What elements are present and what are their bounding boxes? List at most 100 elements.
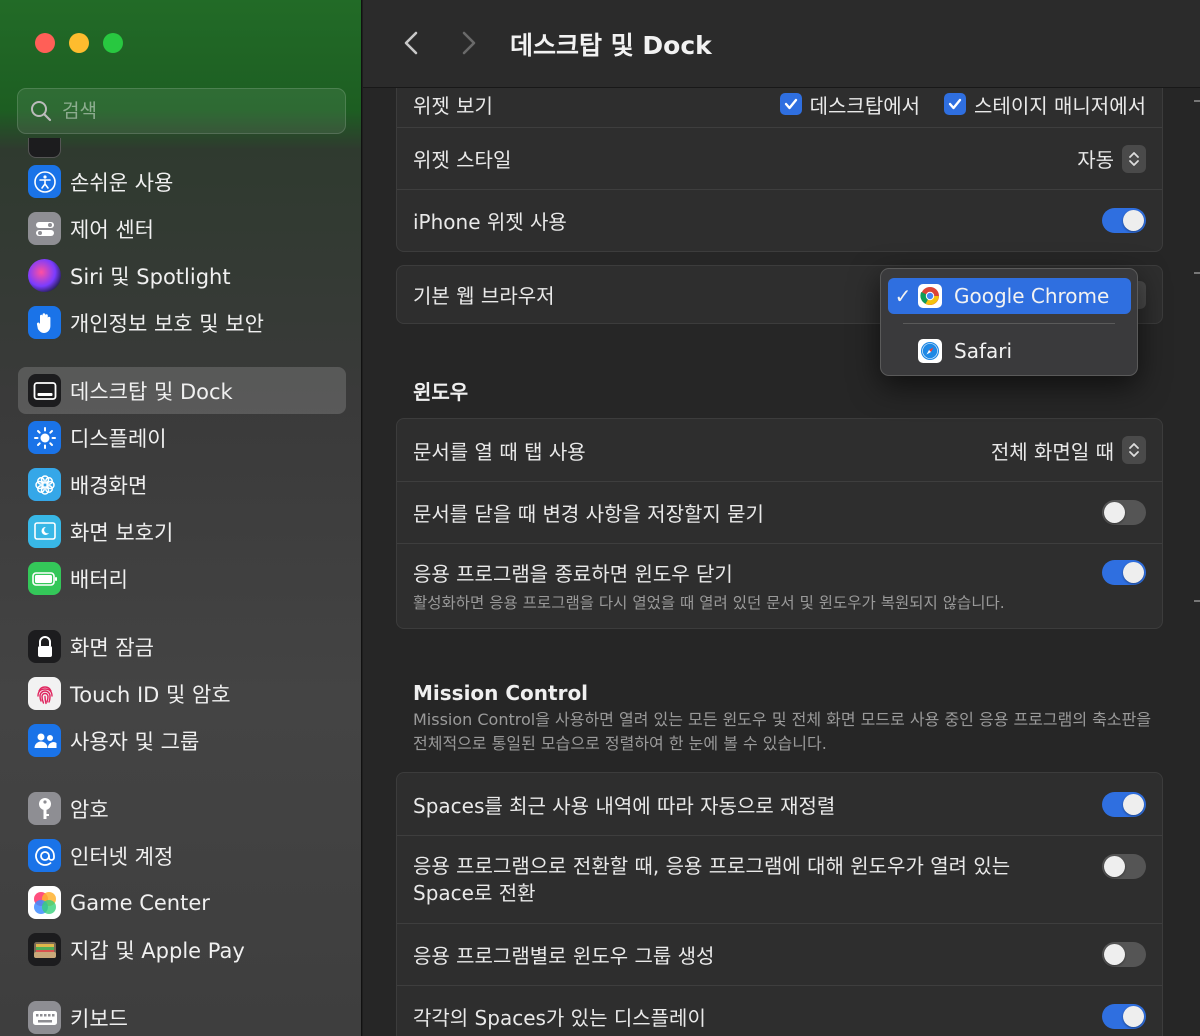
widget-style-label: 위젯 스타일 <box>413 148 512 172</box>
forward-button[interactable] <box>457 28 481 58</box>
fingerprint-icon <box>28 677 61 710</box>
widget-style-select[interactable]: 자동 <box>1077 144 1146 173</box>
sidebar-item-lock-screen[interactable]: 화면 잠금 <box>18 623 346 670</box>
menu-item-safari[interactable]: Safari <box>888 333 1131 369</box>
scrollbar-mark <box>1194 272 1200 274</box>
checkmark-icon <box>948 98 962 110</box>
chevron-up-down-icon <box>1122 436 1146 464</box>
close-on-quit-label: 응용 프로그램을 종료하면 윈도우 닫기 <box>413 562 733 586</box>
sidebar-item-displays[interactable]: 디스플레이 <box>18 414 346 461</box>
ask-save-toggle[interactable] <box>1102 500 1146 525</box>
titlebar: 데스크탑 및 Dock <box>363 0 1200 88</box>
iphone-widgets-toggle[interactable] <box>1102 208 1146 233</box>
ask-save-row: 문서를 닫을 때 변경 사항을 저장할지 묻기 <box>397 481 1162 543</box>
iphone-widgets-row: iPhone 위젯 사용 <box>397 189 1162 251</box>
sidebar-item-users[interactable]: 사용자 및 그룹 <box>18 717 346 764</box>
keyboard-icon <box>28 1001 61 1034</box>
menu-item-google-chrome[interactable]: ✓ Google Chrome <box>888 278 1131 314</box>
sidebar-item-control-center[interactable]: 제어 센터 <box>18 205 346 252</box>
sidebar-item-label: 사용자 및 그룹 <box>70 729 200 754</box>
tabs-value: 전체 화면일 때 <box>990 439 1114 464</box>
wallet-icon <box>28 933 61 966</box>
tabs-select[interactable]: 전체 화면일 때 <box>991 436 1146 465</box>
flower-icon <box>28 468 61 501</box>
sidebar-item-battery[interactable]: 배터리 <box>18 555 346 602</box>
widgets-card: 위젯 보기 데스크탑에서 스테이지 매니저에서 위젯 스타일 자동 iPhone… <box>396 64 1163 252</box>
sidebar-item-game-center[interactable]: Game Center <box>18 879 346 926</box>
checkmark-icon <box>784 98 797 110</box>
default-browser-label: 기본 웹 브라우저 <box>413 284 555 308</box>
menu-separator <box>903 323 1115 324</box>
screensaver-icon <box>28 515 61 548</box>
desktop-checkbox[interactable] <box>779 93 802 115</box>
sidebar-item-wallpaper[interactable]: 배경화면 <box>18 461 346 508</box>
at-icon <box>28 839 61 872</box>
rearrange-spaces-toggle[interactable] <box>1102 791 1146 817</box>
tabs-row: 문서를 열 때 탭 사용 전체 화면일 때 <box>397 419 1162 481</box>
sidebar-item-label: 배터리 <box>70 567 128 592</box>
sidebar-item-wallet[interactable]: 지갑 및 Apple Pay <box>18 926 346 973</box>
search-field[interactable] <box>17 88 346 134</box>
sidebar-item-touch-id[interactable]: Touch ID 및 암호 <box>18 670 346 717</box>
group-windows-toggle[interactable] <box>1102 942 1146 967</box>
back-button[interactable] <box>399 28 423 58</box>
sidebar-item-label: 디스플레이 <box>70 426 167 451</box>
rearrange-spaces-row: Spaces를 최근 사용 내역에 따라 자동으로 재정렬 <box>397 773 1162 835</box>
sidebar-item-label: Touch ID 및 암호 <box>70 682 231 707</box>
sidebar-item-passwords[interactable]: 암호 <box>18 785 346 832</box>
sidebar-item-label: Siri 및 Spotlight <box>70 264 231 289</box>
sidebar-item-label: 화면 잠금 <box>70 635 154 660</box>
close-on-quit-description: 활성화하면 응용 프로그램을 다시 열었을 때 열려 있던 문서 및 윈도우가 … <box>413 594 1005 612</box>
iphone-widgets-label: iPhone 위젯 사용 <box>413 210 567 234</box>
sidebar-item-label: Game Center <box>70 890 210 915</box>
users-icon <box>28 724 61 757</box>
sidebar-item-label: 배경화면 <box>70 473 148 498</box>
rearrange-spaces-label: Spaces를 최근 사용 내역에 따라 자동으로 재정렬 <box>413 793 836 818</box>
switch-space-label: 응용 프로그램으로 전환할 때, 응용 프로그램에 대해 윈도우가 열려 있는 … <box>413 853 1011 905</box>
window-controls <box>35 33 123 53</box>
search-input[interactable] <box>62 100 322 122</box>
sidebar-item-privacy[interactable]: 개인정보 보호 및 보안 <box>18 299 346 346</box>
separate-spaces-toggle[interactable] <box>1102 1004 1146 1029</box>
stage-manager-checkbox[interactable] <box>944 93 967 115</box>
mission-control-card: Spaces를 최근 사용 내역에 따라 자동으로 재정렬 응용 프로그램으로 … <box>396 772 1163 1036</box>
battery-icon <box>28 562 61 595</box>
sidebar-item-screensaver[interactable]: 화면 보호기 <box>18 508 346 555</box>
dock-icon <box>28 374 61 407</box>
sidebar-item-partial[interactable] <box>18 138 346 158</box>
sun-icon <box>28 421 61 454</box>
zoom-window-button[interactable] <box>103 33 123 53</box>
sidebar-item-label: 제어 센터 <box>70 217 154 242</box>
switch-space-row: 응용 프로그램으로 전환할 때, 응용 프로그램에 대해 윈도우가 열려 있는 … <box>397 835 1162 923</box>
mission-control-description: Mission Control을 사용하면 열려 있는 모든 윈도우 및 전체 … <box>413 710 1152 753</box>
key-icon <box>28 792 61 825</box>
menu-item-label: Safari <box>954 339 1013 363</box>
widget-style-value: 자동 <box>1077 148 1114 172</box>
game-center-icon <box>28 886 61 919</box>
sidebar-list: 손쉬운 사용 제어 센터 Siri 및 Spotlight 개인정보 보호 및 … <box>18 138 346 1036</box>
sidebar-item-desktop-dock[interactable]: 데스크탑 및 Dock <box>18 367 346 414</box>
hand-icon <box>28 306 61 339</box>
switch-space-toggle[interactable] <box>1102 854 1146 879</box>
sidebar-item-label: 손쉬운 사용 <box>70 170 174 195</box>
chevron-up-down-icon <box>1122 144 1146 173</box>
sidebar-item-label: 키보드 <box>70 1006 128 1031</box>
windows-section-title: 윈도우 <box>413 380 469 404</box>
sidebar-item-accessibility[interactable]: 손쉬운 사용 <box>18 158 346 205</box>
sidebar-item-label: 인터넷 계정 <box>70 844 174 869</box>
minimize-window-button[interactable] <box>69 33 89 53</box>
page-title: 데스크탑 및 Dock <box>510 31 712 60</box>
sidebar-item-siri[interactable]: Siri 및 Spotlight <box>18 252 346 299</box>
partial-icon <box>28 138 61 158</box>
windows-card: 문서를 열 때 탭 사용 전체 화면일 때 문서를 닫을 때 변경 사항을 저장… <box>396 418 1163 629</box>
stage-manager-checkbox-label: 스테이지 매니저에서 <box>974 93 1146 118</box>
desktop-checkbox-label: 데스크탑에서 <box>809 93 921 118</box>
sidebar-item-internet-accounts[interactable]: 인터넷 계정 <box>18 832 346 879</box>
close-window-button[interactable] <box>35 33 55 53</box>
close-on-quit-toggle[interactable] <box>1102 560 1146 585</box>
separate-spaces-label: 각각의 Spaces가 있는 디스플레이 <box>413 1006 706 1030</box>
scrollbar-mark <box>1194 100 1200 102</box>
sidebar-item-label: 화면 보호기 <box>70 520 174 545</box>
sidebar-item-keyboard[interactable]: 키보드 <box>18 994 346 1036</box>
tabs-label: 문서를 열 때 탭 사용 <box>413 439 586 464</box>
